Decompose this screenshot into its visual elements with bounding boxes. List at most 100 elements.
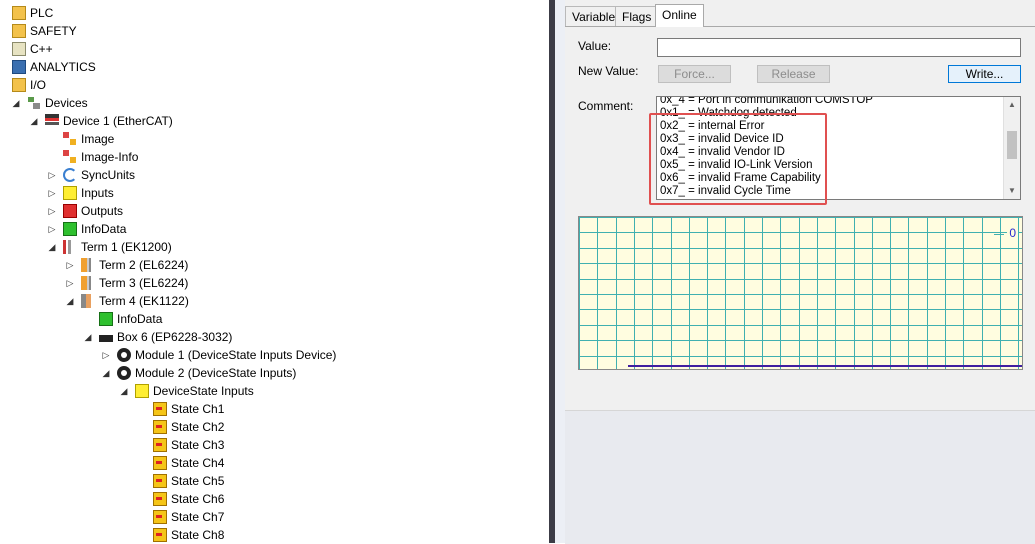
tree-item[interactable]: Image (0, 130, 549, 148)
expanded-arrow-icon[interactable]: ◢ (83, 328, 93, 346)
tree-item[interactable]: State Ch4 (0, 454, 549, 472)
chart-gridline (579, 232, 1022, 233)
chart-gridline (579, 217, 580, 369)
tree-item[interactable]: State Ch2 (0, 418, 549, 436)
tree-item[interactable]: Image-Info (0, 148, 549, 166)
chart-gridline (634, 217, 635, 369)
highlight-box (649, 113, 827, 205)
chart-gridline (579, 294, 1022, 295)
write-button[interactable]: Write... (948, 65, 1021, 83)
chart-gridline (579, 217, 1022, 218)
tree-item[interactable]: ◢ Box 6 (EP6228-3032) (0, 328, 549, 346)
devices-icon (27, 96, 41, 110)
tree-item[interactable]: ◢ Devices (0, 94, 549, 112)
state-variable-icon (153, 474, 167, 488)
collapsed-arrow-icon[interactable]: ▷ (47, 166, 57, 184)
analytics-icon (12, 60, 26, 74)
chart-gridline (579, 356, 1022, 357)
tree-item[interactable]: SAFETY (0, 22, 549, 40)
tree-item-label: Outputs (81, 204, 124, 218)
expanded-arrow-icon[interactable]: ◢ (101, 364, 111, 382)
chart-gridline (963, 217, 964, 369)
tree-item-label: State Ch3 (171, 438, 225, 452)
state-variable-icon (153, 438, 167, 452)
tree-item[interactable]: C++ (0, 40, 549, 58)
expanded-arrow-icon[interactable]: ◢ (65, 292, 75, 310)
tree-item-label: Term 4 (EK1122) (99, 294, 189, 308)
new-value-label: New Value: (578, 64, 639, 78)
value-field[interactable] (657, 38, 1021, 57)
tree-item[interactable]: ▷ Outputs (0, 202, 549, 220)
inputs-icon (63, 186, 77, 200)
expanded-arrow-icon[interactable]: ◢ (47, 238, 57, 256)
scroll-thumb[interactable] (1007, 131, 1017, 159)
tree-item[interactable]: State Ch6 (0, 490, 549, 508)
ethercat-device-icon (45, 114, 59, 128)
panel-lower-area (565, 410, 1035, 544)
tree-item[interactable]: ▷ InfoData (0, 220, 549, 238)
tree-item[interactable]: ◢ Term 1 (EK1200) (0, 238, 549, 256)
tree-item[interactable]: InfoData (0, 310, 549, 328)
infodata-icon (99, 312, 113, 326)
io-icon (12, 78, 26, 92)
tree-item[interactable]: ▷ Module 1 (DeviceState Inputs Device) (0, 346, 549, 364)
collapsed-arrow-icon[interactable]: ▷ (47, 220, 57, 238)
scroll-down-arrow-icon[interactable]: ▼ (1004, 183, 1020, 199)
tab-variable[interactable]: Variable (565, 6, 623, 26)
tree-item[interactable]: ▷ Term 2 (EL6224) (0, 256, 549, 274)
chart-gridline (1018, 217, 1019, 369)
tree-item[interactable]: ◢ Term 4 (EK1122) (0, 292, 549, 310)
tree-item-label: Box 6 (EP6228-3032) (117, 330, 233, 344)
tree-item-label: Image (81, 132, 115, 146)
solution-tree[interactable]: PLC SAFETY C++ ANALYTICS I/O ◢ Devices ◢ Device … (0, 0, 549, 543)
collapsed-arrow-icon[interactable]: ▷ (47, 202, 57, 220)
comment-scrollbar[interactable]: ▲ ▼ (1003, 97, 1020, 199)
tab-flags[interactable]: Flags (615, 6, 659, 26)
tree-item[interactable]: ▷ Inputs (0, 184, 549, 202)
tree-item[interactable]: State Ch3 (0, 436, 549, 454)
tree-item[interactable]: ANALYTICS (0, 58, 549, 76)
chart-gridline (927, 217, 928, 369)
collapsed-arrow-icon[interactable]: ▷ (65, 274, 75, 292)
expanded-arrow-icon[interactable]: ◢ (11, 94, 21, 112)
force-button[interactable]: Force... (658, 65, 731, 83)
tree-item-label: Term 3 (EL6224) (99, 276, 189, 290)
tree-item[interactable]: ◢ Module 2 (DeviceState Inputs) (0, 364, 549, 382)
module-icon (117, 348, 131, 362)
tree-item-label: State Ch1 (171, 402, 225, 416)
collapsed-arrow-icon[interactable]: ▷ (101, 346, 111, 364)
chart-gridline (725, 217, 726, 369)
tree-item[interactable]: ▷ Term 3 (EL6224) (0, 274, 549, 292)
terminal-icon (81, 276, 95, 290)
tree-item[interactable]: State Ch7 (0, 508, 549, 526)
safety-icon (12, 24, 26, 38)
chart-trace (628, 365, 1022, 367)
value-label: Value: (578, 39, 612, 53)
collapsed-arrow-icon[interactable]: ▷ (47, 184, 57, 202)
tree-item[interactable]: State Ch1 (0, 400, 549, 418)
release-button[interactable]: Release (757, 65, 830, 83)
scroll-up-arrow-icon[interactable]: ▲ (1004, 97, 1020, 113)
chart-gridline (579, 248, 1022, 249)
tree-item[interactable]: State Ch5 (0, 472, 549, 490)
tree-item[interactable]: PLC (0, 4, 549, 22)
expanded-arrow-icon[interactable]: ◢ (29, 112, 39, 130)
tree-item[interactable]: ◢ Device 1 (EtherCAT) (0, 112, 549, 130)
expanded-arrow-icon[interactable]: ◢ (119, 382, 129, 400)
tree-item[interactable]: ▷ SyncUnits (0, 166, 549, 184)
infodata-icon (63, 222, 77, 236)
comment-line: 0x_4 = Port in communikation COMSTOP (660, 96, 873, 106)
chart-axis-value: 0 (1007, 226, 1018, 240)
collapsed-arrow-icon[interactable]: ▷ (65, 256, 75, 274)
tree-item-label: C++ (30, 42, 53, 56)
chart-tick (994, 234, 1004, 235)
tree-item-label: SAFETY (30, 24, 77, 38)
tree-item[interactable]: ◢ DeviceState Inputs (0, 382, 549, 400)
tree-item-label: State Ch4 (171, 456, 225, 470)
tree-item[interactable]: I/O (0, 76, 549, 94)
plc-icon (12, 6, 26, 20)
tree-item-label: SyncUnits (81, 168, 136, 182)
tree-item[interactable]: State Ch8 (0, 526, 549, 543)
tree-item-label: State Ch8 (171, 528, 225, 542)
tab-online[interactable]: Online (655, 4, 704, 27)
